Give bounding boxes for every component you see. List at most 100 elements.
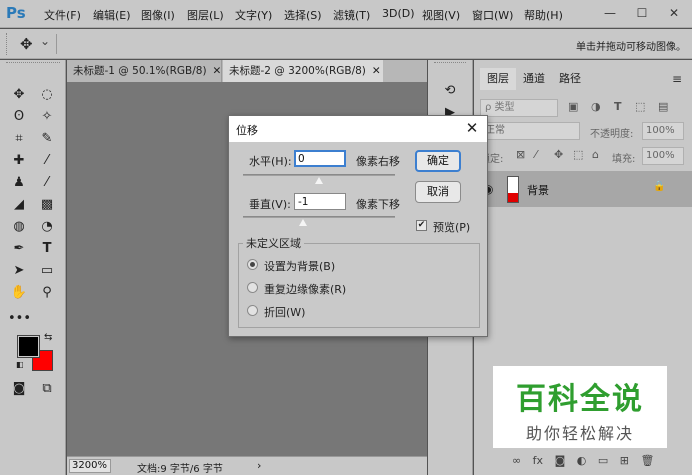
zoom-icon[interactable]: ⚲ — [36, 282, 58, 304]
layer-row-background[interactable]: ◉ 背景 🔒 — [477, 171, 692, 207]
fill-field[interactable]: 100% — [642, 147, 684, 165]
healing-brush-icon[interactable]: ✚ — [8, 150, 30, 172]
more-tools-icon[interactable]: ••• — [8, 308, 31, 330]
panel-grip[interactable] — [434, 62, 466, 68]
lock-all-icon[interactable]: ⌂ — [592, 148, 599, 161]
tab-label: 未标题-1 @ 50.1%(RGB/8) — [73, 65, 207, 77]
menu-file[interactable]: 文件(F) — [44, 7, 81, 23]
menu-type[interactable]: 文字(Y) — [235, 7, 272, 23]
vertical-offset-input[interactable] — [294, 193, 346, 210]
horizontal-slider-thumb[interactable] — [315, 177, 323, 184]
path-selection-icon[interactable]: ➤ — [8, 260, 30, 282]
undefined-area-title: 未定义区域 — [243, 235, 304, 251]
history-panel-icon[interactable]: ⟲ — [439, 80, 461, 102]
trash-icon[interactable]: 🗑 — [640, 454, 654, 467]
lock-transparent-icon[interactable]: ⊠ — [516, 148, 525, 161]
zoom-level-field[interactable]: 3200% — [69, 459, 111, 473]
vertical-unit: 像素下移 — [356, 198, 400, 211]
eyedropper-icon[interactable]: ✎ — [36, 128, 58, 150]
new-layer-icon[interactable]: ⊞ — [620, 454, 629, 467]
hand-icon[interactable]: ✋ — [8, 282, 30, 304]
cancel-button[interactable]: 取消 — [415, 181, 461, 203]
blur-icon[interactable]: ◍ — [8, 216, 30, 238]
eraser-icon[interactable]: ◢ — [8, 194, 30, 216]
rectangle-icon[interactable]: ▭ — [36, 260, 58, 282]
adjustment-layer-icon[interactable]: ◐ — [577, 454, 587, 467]
horizontal-slider-track[interactable] — [243, 174, 395, 176]
lock-position-icon[interactable]: ✥ — [554, 148, 563, 161]
radio-set-to-background[interactable] — [247, 259, 258, 270]
menu-view[interactable]: 视图(V) — [422, 7, 460, 23]
clone-stamp-icon[interactable]: ♟ — [8, 172, 30, 194]
tab-untitled-1[interactable]: 未标题-1 @ 50.1%(RGB/8) ✕ — [67, 60, 222, 82]
preview-checkbox[interactable]: ✔ — [416, 220, 427, 231]
maximize-button[interactable]: ☐ — [628, 0, 656, 26]
swap-colors-icon[interactable]: ⇆ — [44, 332, 52, 343]
add-mask-icon[interactable]: ◙ — [555, 454, 566, 467]
radio-wrap-around[interactable] — [247, 305, 258, 316]
image-filter-icon[interactable]: ▣ — [568, 100, 578, 113]
opacity-field[interactable]: 100% — [642, 122, 684, 140]
type-icon[interactable]: T — [36, 238, 58, 260]
lock-row: 锁定: ⊠ ⁄ ✥ ⬚ ⌂ 填充: 100% — [480, 145, 686, 167]
vertical-slider-track[interactable] — [243, 216, 395, 218]
menu-select[interactable]: 选择(S) — [284, 7, 322, 23]
link-layers-icon[interactable]: ∞ — [512, 454, 521, 467]
dialog-titlebar[interactable]: 位移 ✕ — [229, 116, 487, 142]
menu-filter[interactable]: 滤镜(T) — [333, 7, 370, 23]
blend-mode-select[interactable]: 正常 — [480, 122, 580, 140]
history-brush-icon[interactable]: ⁄ — [36, 172, 58, 194]
shape-filter-icon[interactable]: ⬚ — [635, 100, 645, 113]
lasso-icon[interactable]: ʘ — [8, 106, 30, 128]
gradient-icon[interactable]: ▩ — [36, 194, 58, 216]
lock-image-icon[interactable]: ⁄ — [535, 148, 537, 161]
crop-icon[interactable]: ⌗ — [8, 128, 30, 150]
ok-button[interactable]: 确定 — [415, 150, 461, 172]
menu-image[interactable]: 图像(I) — [141, 7, 175, 23]
tab-paths[interactable]: 路径 — [552, 68, 588, 90]
tab-untitled-2[interactable]: 未标题-2 @ 3200%(RGB/8) ✕ — [223, 60, 383, 82]
horizontal-offset-input[interactable] — [294, 150, 346, 167]
status-menu-arrow[interactable]: › — [257, 459, 261, 472]
foreground-color-swatch[interactable] — [17, 335, 40, 358]
move-icon[interactable]: ✥ — [8, 84, 30, 106]
smart-object-filter-icon[interactable]: ▤ — [658, 100, 668, 113]
radio-repeat-edge-pixels[interactable] — [247, 282, 258, 293]
group-folder-icon[interactable]: ▭ — [598, 454, 608, 467]
tool-preset-dropdown[interactable]: ⌄ — [40, 34, 50, 48]
quick-mask-icon[interactable]: ◙ — [8, 378, 30, 400]
screen-mode-icon[interactable]: ⧉ — [36, 378, 58, 400]
panel-grip[interactable] — [6, 62, 60, 68]
tab-layers[interactable]: 图层 — [480, 68, 516, 90]
brush-icon[interactable]: ⁄ — [36, 150, 58, 172]
minimize-button[interactable]: — — [596, 0, 624, 26]
menu-layer[interactable]: 图层(L) — [187, 7, 224, 23]
type-filter-icon[interactable]: T — [614, 100, 622, 113]
kind-filter-select[interactable]: ρ 类型 — [480, 99, 558, 117]
default-colors-icon[interactable]: ◧ — [16, 360, 24, 369]
lock-artboard-icon[interactable]: ⬚ — [573, 148, 583, 161]
panel-menu-icon[interactable]: ≡ — [672, 72, 682, 86]
menu-3d[interactable]: 3D(D) — [382, 7, 415, 20]
fx-icon[interactable]: fx — [533, 454, 543, 467]
option-repeat-edge-pixels[interactable]: 重复边缘像素(R) — [264, 281, 346, 297]
adjustment-filter-icon[interactable]: ◑ — [591, 100, 601, 113]
close-window-button[interactable]: ✕ — [660, 0, 688, 26]
dodge-icon[interactable]: ◔ — [36, 216, 58, 238]
options-bar-grip[interactable] — [6, 33, 8, 55]
preview-label: 预览(P) — [433, 221, 471, 234]
pen-icon[interactable]: ✒ — [8, 238, 30, 260]
menu-edit[interactable]: 编辑(E) — [93, 7, 131, 23]
marquee-icon[interactable]: ◌ — [36, 84, 58, 106]
menu-window[interactable]: 窗口(W) — [472, 7, 513, 23]
tab-channels[interactable]: 通道 — [516, 68, 552, 90]
option-set-to-background[interactable]: 设置为背景(B) — [264, 258, 335, 274]
move-tool-icon[interactable]: ✥ — [20, 35, 33, 53]
menu-help[interactable]: 帮助(H) — [524, 7, 563, 23]
tab-close-icon[interactable]: ✕ — [213, 65, 222, 77]
magic-wand-icon[interactable]: ✧ — [36, 106, 58, 128]
close-icon[interactable]: ✕ — [463, 119, 481, 137]
tab-close-icon[interactable]: ✕ — [372, 65, 381, 77]
option-wrap-around[interactable]: 折回(W) — [264, 304, 305, 320]
vertical-slider-thumb[interactable] — [299, 219, 307, 226]
